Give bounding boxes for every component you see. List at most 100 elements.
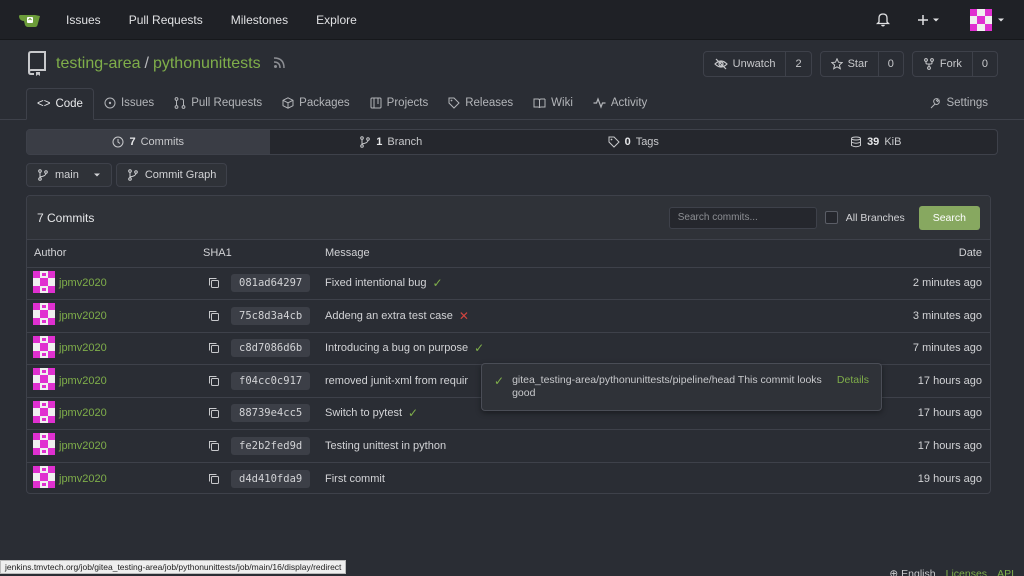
star-button[interactable]: Star — [821, 52, 879, 76]
commit-message[interactable]: Switch to pytest — [325, 407, 402, 419]
check-icon[interactable]: ✓ — [433, 276, 443, 290]
commit-sha[interactable]: 75c8d3a4cb — [231, 306, 311, 325]
commit-graph-button[interactable]: Commit Graph — [115, 163, 228, 187]
tab-pull-requests[interactable]: Pull Requests — [164, 87, 272, 119]
forks-count[interactable]: 0 — [973, 52, 997, 76]
tab-releases[interactable]: Releases — [438, 87, 523, 119]
repo-owner-link[interactable]: testing-area — [56, 55, 141, 72]
nav-pull-requests[interactable]: Pull Requests — [129, 13, 203, 27]
avatar[interactable] — [33, 433, 55, 458]
commit-message[interactable]: Fixed intentional bug — [325, 277, 427, 289]
unwatch-button[interactable]: Unwatch — [704, 52, 787, 76]
unwatch-label: Unwatch — [732, 58, 776, 70]
stat-commits[interactable]: 7 Commits — [27, 130, 270, 154]
copy-icon[interactable] — [203, 371, 225, 391]
commit-message[interactable]: removed junit-xml from requir — [325, 375, 468, 387]
copy-icon[interactable] — [203, 469, 225, 489]
tab-code[interactable]: <> Code — [26, 88, 94, 120]
tab-activity[interactable]: Activity — [583, 87, 657, 119]
tab-packages[interactable]: Packages — [272, 87, 360, 119]
branch-selector[interactable]: main — [26, 163, 112, 187]
stat-branches[interactable]: 1 Branch — [270, 130, 513, 154]
nav-milestones[interactable]: Milestones — [231, 13, 288, 27]
fork-button[interactable]: Fork — [913, 52, 973, 76]
eye-slash-icon — [713, 58, 728, 70]
copy-icon[interactable] — [203, 306, 225, 326]
commit-author[interactable]: jpmv2020 — [33, 400, 203, 426]
search-button[interactable]: Search — [918, 205, 980, 230]
author-name[interactable]: jpmv2020 — [59, 440, 107, 452]
commits-count: 7 — [129, 136, 136, 148]
author-name[interactable]: jpmv2020 — [59, 473, 107, 485]
commit-author[interactable]: jpmv2020 — [33, 433, 203, 458]
fork-button-group: Fork 0 — [911, 51, 998, 77]
tab-wiki[interactable]: Wiki — [523, 87, 583, 119]
commit-sha[interactable]: fe2b2fed9d — [231, 436, 311, 455]
avatar[interactable] — [33, 466, 55, 491]
tab-settings[interactable]: Settings — [919, 87, 998, 119]
commit-message[interactable]: Testing unittest in python — [325, 440, 446, 452]
all-branches-label[interactable]: All Branches — [846, 212, 905, 224]
copy-icon[interactable] — [203, 338, 225, 358]
tab-projects[interactable]: Projects — [360, 87, 439, 119]
user-avatar-menu[interactable] — [970, 8, 1006, 31]
nav-issues[interactable]: Issues — [66, 13, 101, 27]
commit-author[interactable]: jpmv2020 — [33, 466, 203, 491]
language-selector[interactable]: ⊕ English — [889, 568, 935, 576]
commit-sha[interactable]: d4d410fda9 — [231, 469, 311, 488]
copy-icon[interactable] — [203, 436, 225, 456]
author-name[interactable]: jpmv2020 — [59, 407, 107, 419]
x-icon[interactable]: ✕ — [459, 309, 469, 323]
tooltip-details-link[interactable]: Details — [837, 374, 869, 410]
avatar[interactable] — [33, 335, 55, 361]
star-label: Star — [847, 58, 868, 70]
star-button-group: Star 0 — [819, 51, 904, 77]
commit-author[interactable]: jpmv2020 — [33, 303, 203, 328]
create-plus-icon[interactable] — [918, 14, 942, 26]
rss-icon[interactable] — [273, 56, 285, 72]
gitea-logo-icon[interactable] — [18, 9, 42, 31]
commit-author[interactable]: jpmv2020 — [33, 270, 203, 296]
licenses-link[interactable]: Licenses — [946, 568, 987, 576]
avatar[interactable] — [33, 368, 55, 393]
commit-message[interactable]: Introducing a bug on purpose — [325, 342, 468, 354]
copy-icon[interactable] — [203, 403, 225, 423]
commit-sha[interactable]: f04cc0c917 — [231, 371, 311, 390]
author-name[interactable]: jpmv2020 — [59, 310, 107, 322]
check-icon[interactable]: ✓ — [408, 406, 418, 420]
tab-issues[interactable]: Issues — [94, 87, 164, 119]
copy-icon[interactable] — [203, 273, 225, 293]
commit-author[interactable]: jpmv2020 — [33, 368, 203, 393]
table-row: jpmv2020 75c8d3a4cb Addeng an extra test c… — [27, 299, 990, 333]
all-branches-checkbox[interactable] — [824, 211, 838, 224]
check-icon[interactable]: ✓ — [474, 341, 484, 355]
avatar[interactable] — [33, 270, 55, 296]
commit-sha[interactable]: 081ad64297 — [231, 274, 311, 293]
stat-size[interactable]: 39 KiB — [755, 130, 998, 154]
tab-projects-label: Projects — [386, 97, 429, 109]
commit-graph-label: Commit Graph — [144, 169, 217, 181]
header-message: Message — [325, 240, 773, 268]
stars-count[interactable]: 0 — [879, 52, 903, 76]
author-name[interactable]: jpmv2020 — [59, 375, 107, 387]
commit-message[interactable]: Addeng an extra test case — [325, 310, 453, 322]
commit-message[interactable]: First commit — [325, 473, 385, 485]
database-icon — [851, 136, 862, 148]
commit-sha[interactable]: 88739e4cc5 — [231, 404, 311, 423]
commit-date: 3 minutes ago — [772, 299, 990, 333]
repo-name-link[interactable]: pythonunittests — [153, 55, 261, 72]
author-name[interactable]: jpmv2020 — [59, 342, 107, 354]
table-row: jpmv2020 081ad64297 Fixed intentional bug ✓… — [27, 267, 990, 300]
search-commits-input[interactable] — [668, 206, 817, 229]
bell-icon[interactable] — [876, 12, 890, 27]
author-name[interactable]: jpmv2020 — [59, 277, 107, 289]
avatar[interactable] — [33, 303, 55, 328]
watchers-count[interactable]: 2 — [786, 52, 810, 76]
commit-sha[interactable]: c8d7086d6b — [231, 339, 311, 358]
commit-author[interactable]: jpmv2020 — [33, 335, 203, 361]
nav-explore[interactable]: Explore — [316, 13, 357, 27]
table-header-row: Author SHA1 Message Date — [27, 240, 990, 268]
avatar[interactable] — [33, 400, 55, 426]
stat-tags[interactable]: 0 Tags — [512, 130, 755, 154]
api-link[interactable]: API — [997, 568, 1014, 576]
